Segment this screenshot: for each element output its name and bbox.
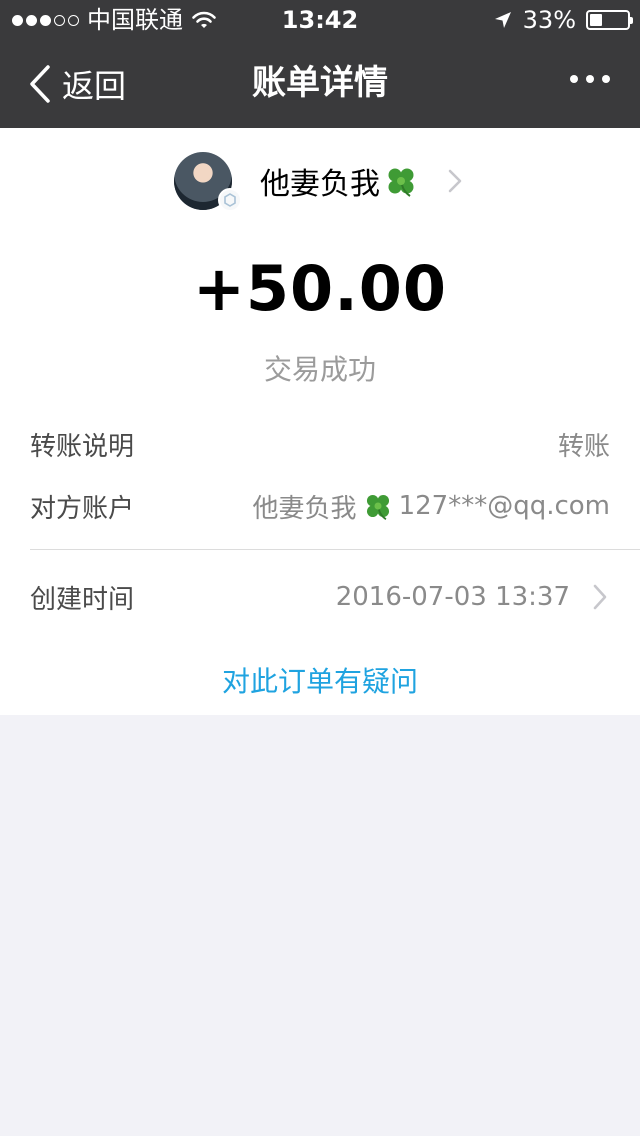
battery-fill [590, 14, 602, 26]
transaction-status: 交易成功 [263, 353, 376, 386]
created-time: 2016-07-03 13:37 [335, 582, 570, 612]
payee-header[interactable]: 他妻负我 [174, 152, 468, 212]
detail-label: 创建时间 [30, 584, 135, 615]
more-dot [602, 75, 610, 83]
account-name: 他妻负我 [252, 493, 357, 524]
question-link[interactable]: 对此订单有疑问 [0, 660, 640, 700]
payee-name[interactable]: 他妻负我 [260, 159, 418, 203]
page-title: 账单详情 [252, 63, 388, 103]
transaction-amount: +50.00 [192, 252, 448, 325]
account-id: 127***@qq.com [398, 491, 610, 521]
more-button[interactable] [570, 40, 610, 118]
battery-tip [630, 17, 633, 24]
chevron-right-icon [448, 169, 462, 193]
top-bar: 中国联通 13:42 33% 返回 账单详情 [0, 0, 640, 128]
battery-icon [586, 10, 633, 30]
location-arrow-icon [494, 12, 511, 28]
detail-value: 转账 [557, 431, 610, 462]
bill-detail-card: 他妻负我 +50.00 交易成功 转账说明 转账 对方账户 他妻负我 127**… [0, 128, 640, 715]
battery-percent: 33% [522, 6, 576, 34]
detail-row-note: 转账说明 转账 [30, 424, 610, 464]
detail-value-time: 2016-07-03 13:37 [336, 582, 610, 612]
payee-name-text: 他妻负我 [260, 167, 380, 202]
clover-emoji-icon [388, 168, 414, 197]
divider [30, 549, 640, 550]
clover-emoji-icon [366, 494, 389, 520]
more-dot [586, 75, 594, 83]
avatar[interactable] [174, 152, 242, 212]
detail-value-account: 他妻负我 127***@qq.com [253, 488, 610, 525]
detail-row-account: 对方账户 他妻负我 127***@qq.com [30, 486, 610, 526]
detail-label: 转账说明 [30, 431, 135, 462]
more-dot [570, 75, 578, 83]
status-bar: 中国联通 13:42 33% [0, 0, 640, 40]
detail-label: 对方账户 [30, 493, 135, 524]
status-right: 33% [493, 0, 633, 40]
detail-row-time[interactable]: 创建时间 2016-07-03 13:37 [30, 577, 610, 617]
nav-bar: 返回 账单详情 [0, 40, 640, 128]
chevron-right-icon [593, 584, 607, 610]
verified-badge-icon [218, 188, 242, 212]
